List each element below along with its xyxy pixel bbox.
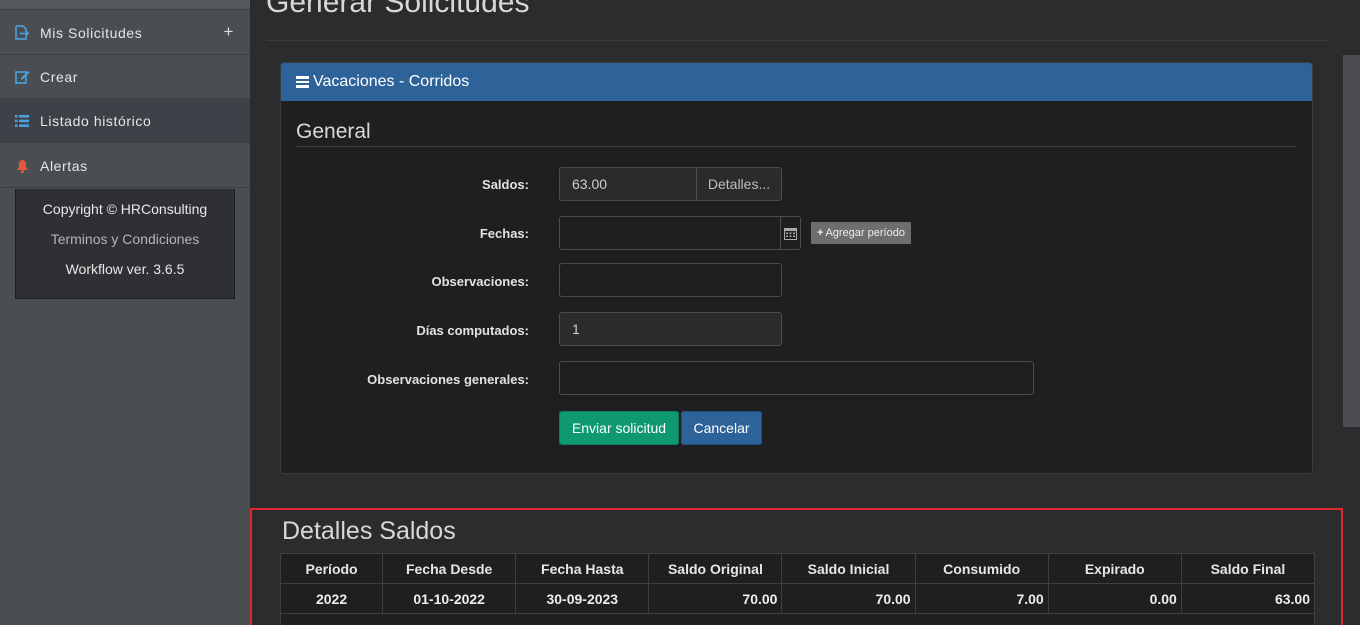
fechas-label: Fechas: bbox=[479, 226, 529, 241]
table-row-empty bbox=[280, 613, 1315, 625]
dias-computados-label: Días computados: bbox=[416, 323, 529, 338]
panel-heading: Vacaciones - Corridos bbox=[313, 73, 470, 90]
sidebar-item-label: Alertas bbox=[40, 157, 88, 174]
version-text: Workflow ver. 3.6.5 bbox=[65, 261, 185, 277]
title-divider bbox=[266, 40, 1328, 41]
column-header: Saldo Final bbox=[1180, 553, 1316, 584]
request-panel: Vacaciones - Corridos General Saldos: 63… bbox=[280, 62, 1313, 474]
balance-table: Período Fecha Desde Fecha Hasta Saldo Or… bbox=[279, 553, 1316, 625]
column-header: Saldo Original bbox=[648, 553, 783, 584]
add-period-button[interactable]: + Agregar período bbox=[811, 222, 911, 244]
submit-button[interactable]: Enviar solicitud bbox=[559, 411, 679, 445]
sidebar-top-strip bbox=[0, 0, 250, 10]
add-period-label: Agregar período bbox=[825, 227, 905, 239]
table-cell bbox=[280, 613, 1315, 625]
sidebar: Mis Solicitudes + Crear Listado históric… bbox=[0, 0, 250, 625]
saldos-field: 63.00 bbox=[559, 167, 697, 201]
column-header: Saldo Inicial bbox=[781, 553, 916, 584]
observaciones-label: Observaciones: bbox=[431, 274, 529, 289]
table-cell: 0.00 bbox=[1047, 583, 1182, 614]
sidebar-item-mis-solicitudes[interactable]: Mis Solicitudes + bbox=[0, 11, 250, 55]
column-header: Consumido bbox=[914, 553, 1049, 584]
table-cell: 2022 bbox=[279, 583, 384, 614]
main-content: Generar Solicitudes Vacaciones - Corrido… bbox=[250, 0, 1343, 625]
sidebar-item-crear[interactable]: Crear bbox=[0, 55, 250, 99]
table-row: 2022 01-10-2022 30-09-2023 70.00 70.00 7… bbox=[279, 583, 1316, 614]
column-header: Fecha Hasta bbox=[515, 553, 650, 584]
table-cell: 70.00 bbox=[781, 583, 916, 614]
list-icon bbox=[14, 113, 30, 129]
column-header: Fecha Desde bbox=[382, 553, 517, 584]
calendar-icon[interactable] bbox=[780, 217, 800, 249]
table-header-row: Período Fecha Desde Fecha Hasta Saldo Or… bbox=[279, 553, 1316, 584]
observaciones-generales-label: Observaciones generales: bbox=[367, 372, 529, 387]
table-cell: 30-09-2023 bbox=[515, 583, 650, 614]
saldos-label: Saldos: bbox=[482, 177, 529, 192]
plus-icon: + bbox=[817, 227, 824, 239]
hamburger-icon bbox=[296, 76, 309, 88]
table-cell: 01-10-2022 bbox=[382, 583, 517, 614]
column-header: Período bbox=[279, 553, 384, 584]
fechas-input[interactable] bbox=[559, 216, 801, 250]
panel-header: Vacaciones - Corridos bbox=[281, 63, 1312, 101]
terms-link[interactable]: Terminos y Condiciones bbox=[16, 231, 234, 247]
column-header: Expirado bbox=[1047, 553, 1182, 584]
table-cell: 63.00 bbox=[1180, 583, 1316, 614]
edit-icon bbox=[14, 69, 30, 85]
table-cell: 70.00 bbox=[648, 583, 783, 614]
copyright-text: Copyright © HRConsulting bbox=[42, 201, 208, 217]
sidebar-item-label: Listado histórico bbox=[40, 112, 152, 129]
sidebar-item-listado-historico[interactable]: Listado histórico bbox=[0, 99, 250, 143]
observaciones-input[interactable] bbox=[559, 263, 782, 297]
observaciones-generales-input[interactable] bbox=[559, 361, 1034, 395]
dias-computados-field: 1 bbox=[559, 312, 782, 346]
page-title: Generar Solicitudes bbox=[266, 0, 530, 19]
sidebar-item-label: Crear bbox=[40, 68, 79, 85]
bell-icon bbox=[14, 158, 30, 174]
sidebar-item-alertas[interactable]: Alertas bbox=[0, 144, 250, 188]
expand-plus-icon[interactable]: + bbox=[223, 22, 234, 42]
sidebar-footer: Copyright © HRConsulting Terminos y Cond… bbox=[15, 189, 235, 299]
sign-out-icon bbox=[14, 25, 30, 41]
scrollbar-thumb[interactable] bbox=[1343, 55, 1360, 427]
section-title: General bbox=[296, 120, 371, 143]
table-cell: 7.00 bbox=[914, 583, 1049, 614]
detalles-button[interactable]: Detalles... bbox=[696, 167, 782, 201]
cancel-button[interactable]: Cancelar bbox=[681, 411, 762, 445]
details-title: Detalles Saldos bbox=[282, 517, 456, 545]
sidebar-item-label: Mis Solicitudes bbox=[40, 24, 143, 41]
section-divider bbox=[296, 146, 1297, 147]
details-section: Detalles Saldos Período Fecha Desde Fech… bbox=[250, 508, 1343, 625]
